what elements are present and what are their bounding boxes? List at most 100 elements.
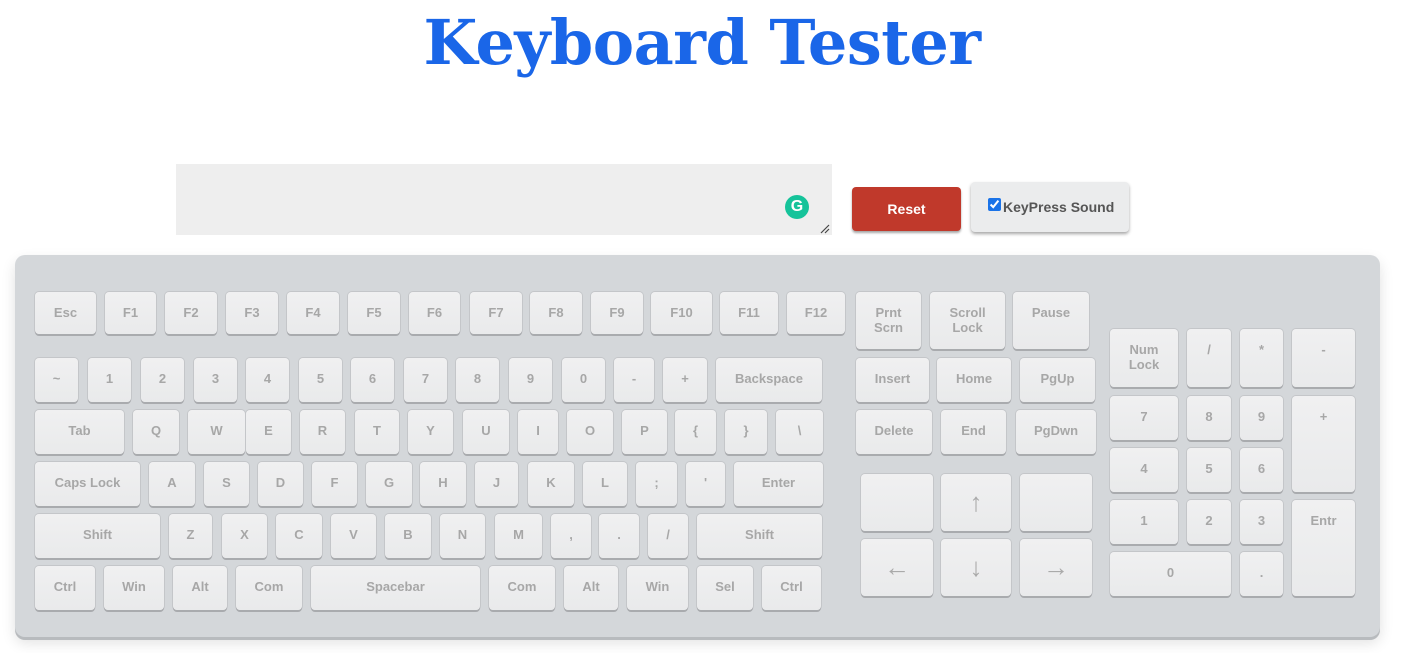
key-numpad-7[interactable]: 7 [1110,396,1178,440]
key-bottom-row-spacebar[interactable]: Spacebar [311,566,480,610]
key-arrows-sym1[interactable]: ↑ [941,474,1011,531]
key-shift-row-shift[interactable]: Shift [35,514,160,558]
key-function-row-f8[interactable]: F8 [530,292,582,334]
key-nav-home[interactable]: Home [937,358,1011,402]
key-qwerty-row-sym13[interactable]: \ [776,410,823,454]
key-qwerty-row-sym12[interactable]: } [725,410,767,454]
key-home-row-h[interactable]: H [420,462,466,506]
key-function-row-f10[interactable]: F10 [651,292,712,334]
key-numpad-num-lock[interactable]: Num Lock [1110,329,1178,387]
key-numpad-4[interactable]: 4 [1110,448,1178,492]
key-numpad-9[interactable]: 9 [1240,396,1283,440]
key-arrows-sym3[interactable]: ← [861,539,933,596]
key-number-row-9[interactable]: 9 [509,358,552,402]
key-home-row-j[interactable]: J [475,462,518,506]
key-qwerty-row-e[interactable]: E [246,410,291,454]
key-home-row-k[interactable]: K [528,462,574,506]
key-function-row-f2[interactable]: F2 [165,292,217,334]
key-number-row-2[interactable]: 2 [141,358,184,402]
key-home-row-l[interactable]: L [583,462,627,506]
key-arrows-sym5[interactable]: → [1020,539,1092,596]
key-shift-row-sym10[interactable]: / [648,514,688,558]
key-qwerty-row-t[interactable]: T [355,410,399,454]
key-nav-insert[interactable]: Insert [856,358,929,402]
key-shift-row-n[interactable]: N [440,514,485,558]
key-qwerty-row-o[interactable]: O [567,410,613,454]
key-qwerty-row-q[interactable]: Q [133,410,179,454]
keypress-sound-toggle[interactable]: KeyPress Sound [971,182,1129,232]
key-numpad-2[interactable]: 2 [1187,500,1231,544]
key-numpad-entr[interactable]: Entr [1292,500,1355,596]
key-function-row-f6[interactable]: F6 [409,292,460,334]
key-numpad-1[interactable]: 1 [1110,500,1178,544]
key-numpad-sym1[interactable]: / [1187,329,1231,387]
key-function-row-f3[interactable]: F3 [226,292,278,334]
key-home-row-a[interactable]: A [149,462,195,506]
key-home-row-g[interactable]: G [366,462,412,506]
key-number-row-6[interactable]: 6 [351,358,394,402]
key-qwerty-row-p[interactable]: P [622,410,667,454]
key-nav-end[interactable]: End [941,410,1006,454]
key-function-row-f1[interactable]: F1 [105,292,156,334]
key-bottom-row-ctrl[interactable]: Ctrl [762,566,821,610]
key-system-scroll-lock[interactable]: Scroll Lock [930,292,1005,349]
key-number-row-7[interactable]: 7 [404,358,447,402]
key-home-row-sym11[interactable]: ' [686,462,725,506]
key-home-row-f[interactable]: F [312,462,357,506]
key-shift-row-v[interactable]: V [331,514,376,558]
key-number-row-sym0[interactable]: ~ [35,358,78,402]
key-shift-row-b[interactable]: B [385,514,431,558]
grammarly-icon[interactable]: G [785,195,809,219]
key-nav-pgdwn[interactable]: PgDwn [1016,410,1096,454]
key-nav-pgup[interactable]: PgUp [1020,358,1095,402]
key-number-row-sym11[interactable]: - [614,358,654,402]
key-function-row-f5[interactable]: F5 [348,292,400,334]
key-home-row-caps-lock[interactable]: Caps Lock [35,462,140,506]
key-number-row-1[interactable]: 1 [88,358,131,402]
key-function-row-esc[interactable]: Esc [35,292,96,334]
key-bottom-row-win[interactable]: Win [627,566,688,610]
key-system-pause[interactable]: Pause [1013,292,1089,349]
key-shift-row-sym8[interactable]: , [551,514,591,558]
key-home-row-enter[interactable]: Enter [734,462,823,506]
key-arrows-sym4[interactable]: ↓ [941,539,1011,596]
key-numpad-3[interactable]: 3 [1240,500,1283,544]
key-home-row-sym10[interactable]: ; [636,462,677,506]
key-bottom-row-alt[interactable]: Alt [173,566,227,610]
key-number-row-3[interactable]: 3 [194,358,237,402]
key-number-row-backspace[interactable]: Backspace [716,358,822,402]
reset-button[interactable]: Reset [852,187,961,231]
key-shift-row-c[interactable]: C [276,514,322,558]
typing-textarea[interactable] [176,164,832,235]
key-qwerty-row-tab[interactable]: Tab [35,410,124,454]
key-numpad-sym7[interactable]: + [1292,396,1355,492]
key-qwerty-row-sym11[interactable]: { [675,410,716,454]
key-numpad-5[interactable]: 5 [1187,448,1231,492]
key-shift-row-m[interactable]: M [495,514,542,558]
key-bottom-row-com[interactable]: Com [236,566,302,610]
key-bottom-row-com[interactable]: Com [489,566,555,610]
key-function-row-f7[interactable]: F7 [470,292,522,334]
resize-handle-icon[interactable] [818,222,830,234]
key-home-row-s[interactable]: S [204,462,249,506]
key-bottom-row-ctrl[interactable]: Ctrl [35,566,95,610]
key-numpad-6[interactable]: 6 [1240,448,1283,492]
key-qwerty-row-r[interactable]: R [300,410,345,454]
key-home-row-d[interactable]: D [258,462,303,506]
key-function-row-f11[interactable]: F11 [720,292,778,334]
key-numpad-8[interactable]: 8 [1187,396,1231,440]
key-number-row-sym12[interactable]: + [663,358,707,402]
key-bottom-row-sel[interactable]: Sel [697,566,753,610]
key-qwerty-row-u[interactable]: U [463,410,509,454]
key-bottom-row-alt[interactable]: Alt [564,566,618,610]
key-shift-row-x[interactable]: X [222,514,267,558]
key-number-row-8[interactable]: 8 [456,358,499,402]
key-shift-row-shift[interactable]: Shift [697,514,822,558]
key-function-row-f12[interactable]: F12 [787,292,845,334]
key-number-row-5[interactable]: 5 [299,358,342,402]
key-nav-delete[interactable]: Delete [856,410,932,454]
key-bottom-row-win[interactable]: Win [104,566,164,610]
key-numpad-sym2[interactable]: * [1240,329,1283,387]
key-numpad-sym3[interactable]: - [1292,329,1355,387]
key-number-row-0[interactable]: 0 [562,358,605,402]
